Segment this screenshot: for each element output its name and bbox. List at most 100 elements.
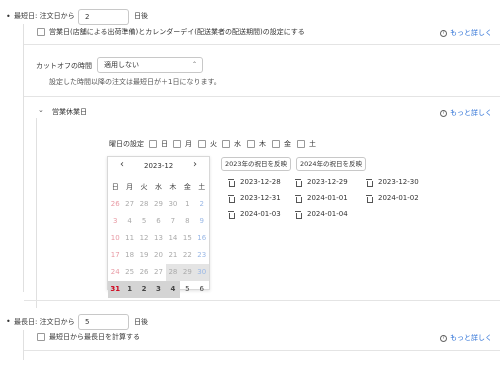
day-cell[interactable]: 13	[151, 230, 165, 247]
apply-2024-holidays-button[interactable]: 2024年の祝日を反映	[296, 157, 366, 171]
calendar-week: 26 27 28 29 30 1 2	[108, 196, 209, 213]
weekday-label-mon: 月	[185, 140, 192, 148]
day-cell[interactable]: 21	[166, 247, 180, 264]
longest-days-input[interactable]: 5	[78, 314, 129, 330]
longest-help-text: もっと詳しく	[450, 334, 492, 342]
day-cell[interactable]: 9	[195, 213, 209, 230]
day-cell[interactable]: 16	[195, 230, 209, 247]
day-cell[interactable]: 18	[122, 247, 136, 264]
shortest-indent-bar	[23, 24, 24, 292]
cutoff-select[interactable]: 適用しない ⌃	[97, 57, 203, 73]
weekday-checkbox-thu[interactable]	[247, 140, 255, 148]
day-cell[interactable]: 19	[137, 247, 151, 264]
day-cell[interactable]: 2	[195, 196, 209, 213]
day-cell[interactable]: 8	[180, 213, 194, 230]
holiday-date: 2024-01-02	[378, 194, 419, 202]
holiday-date: 2024-01-03	[240, 210, 281, 218]
trash-icon[interactable]	[228, 210, 235, 219]
business-day-checkbox-label: 営業日(店舗による出荷準備)とカレンダーデイ(配送業者の配送期間)の設定にする	[49, 28, 305, 36]
shortest-label: 最短日: 注文日から	[14, 12, 75, 20]
day-cell[interactable]: 3	[151, 281, 166, 298]
day-cell[interactable]: 3	[108, 213, 122, 230]
day-cell[interactable]: 28	[137, 196, 151, 213]
calendar-week: 31 1 2 3 4 5 6	[108, 281, 209, 298]
weekday-label-wed: 水	[234, 140, 241, 148]
day-cell[interactable]: 30	[166, 196, 180, 213]
trash-icon[interactable]	[295, 194, 302, 203]
day-cell[interactable]: 17	[108, 247, 122, 264]
dow-cell: 火	[140, 183, 148, 191]
holiday-item: 2023-12-30	[366, 178, 419, 187]
day-cell[interactable]: 11	[122, 230, 136, 247]
day-cell[interactable]: 24	[108, 264, 122, 281]
dow-cell: 金	[183, 183, 191, 191]
weekday-checkbox-tue[interactable]	[198, 140, 206, 148]
longest-suffix: 日後	[134, 318, 148, 326]
day-cell[interactable]: 1	[122, 281, 137, 298]
day-cell[interactable]: 2	[136, 281, 152, 298]
holiday-item: 2023-12-29	[295, 178, 348, 187]
day-cell[interactable]: 20	[151, 247, 165, 264]
day-cell[interactable]: 23	[195, 247, 209, 264]
trash-icon[interactable]	[366, 194, 373, 203]
day-cell[interactable]: 29	[180, 264, 195, 281]
day-cell[interactable]: 26	[108, 196, 122, 213]
trash-icon[interactable]	[228, 178, 235, 187]
dow-cell: 水	[154, 183, 162, 191]
day-cell[interactable]: 15	[180, 230, 194, 247]
trash-icon[interactable]	[295, 210, 302, 219]
weekday-label-thu: 木	[259, 140, 266, 148]
day-cell[interactable]: 31	[108, 281, 123, 298]
day-cell[interactable]: 25	[122, 264, 136, 281]
day-cell[interactable]: 14	[166, 230, 180, 247]
day-cell[interactable]: 6	[151, 213, 165, 230]
day-cell[interactable]: 6	[195, 281, 209, 298]
day-cell[interactable]: 22	[180, 247, 194, 264]
longest-help-link[interactable]: ? もっと詳しく	[440, 333, 492, 343]
holiday-date: 2024-01-04	[307, 210, 348, 218]
holidays-section-label[interactable]: 営業休業日	[52, 109, 87, 116]
calc-from-shortest-checkbox[interactable]	[37, 333, 45, 341]
day-cell[interactable]: 26	[137, 264, 151, 281]
trash-icon[interactable]	[295, 178, 302, 187]
day-cell[interactable]: 28	[165, 264, 181, 281]
weekday-checkbox-fri[interactable]	[272, 140, 280, 148]
weekday-label-sat: 土	[309, 140, 316, 148]
holiday-item: 2023-12-28	[228, 178, 281, 187]
calendar-week: 17 18 19 20 21 22 23	[108, 247, 209, 264]
day-cell[interactable]: 1	[180, 196, 194, 213]
weekday-checkbox-sat[interactable]	[297, 140, 305, 148]
trash-icon[interactable]	[366, 178, 373, 187]
shortest-help-link[interactable]: ? もっと詳しく	[440, 28, 492, 38]
apply-2023-holidays-button[interactable]: 2023年の祝日を反映	[221, 157, 291, 171]
prev-month-button[interactable]: ‹	[120, 160, 124, 170]
trash-icon[interactable]	[228, 194, 235, 203]
holidays-indent-bar	[36, 118, 37, 308]
day-cell[interactable]: 27	[151, 264, 165, 281]
chevron-down-icon[interactable]: ⌄	[38, 107, 44, 114]
business-day-checkbox[interactable]	[37, 28, 45, 36]
weekday-checkbox-mon[interactable]	[173, 140, 181, 148]
day-cell[interactable]: 5	[180, 281, 194, 298]
help-icon: ?	[440, 334, 447, 342]
calendar-week: 10 11 12 13 14 15 16	[108, 230, 209, 247]
day-cell[interactable]: 12	[137, 230, 151, 247]
day-cell[interactable]: 5	[137, 213, 151, 230]
day-cell[interactable]: 4	[165, 281, 181, 298]
day-cell[interactable]: 7	[166, 213, 180, 230]
weekday-checkbox-sun[interactable]	[149, 140, 157, 148]
weekday-checkbox-wed[interactable]	[222, 140, 230, 148]
dow-cell: 月	[126, 183, 134, 191]
weekday-label: 曜日の設定	[109, 140, 144, 148]
day-cell[interactable]: 30	[194, 264, 209, 281]
shortest-days-input[interactable]: 2	[78, 9, 129, 25]
day-cell[interactable]: 29	[151, 196, 165, 213]
holidays-help-link[interactable]: ? もっと詳しく	[440, 108, 492, 118]
weekday-label-tue: 火	[210, 140, 217, 148]
next-month-button[interactable]: ›	[193, 160, 197, 170]
day-cell[interactable]: 27	[122, 196, 136, 213]
day-cell[interactable]: 10	[108, 230, 122, 247]
day-cell[interactable]: 4	[122, 213, 136, 230]
calendar-month-label: 2023-12	[144, 162, 174, 170]
holiday-date: 2024-01-01	[307, 194, 348, 202]
